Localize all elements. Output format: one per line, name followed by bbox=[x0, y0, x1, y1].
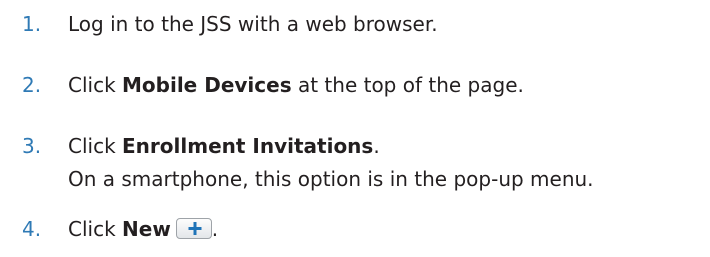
step-suffix: at the top of the page. bbox=[291, 73, 524, 97]
instruction-steps: 1. Log in to the JSS with a web browser.… bbox=[0, 0, 710, 257]
ui-term-new: New bbox=[122, 217, 171, 241]
step-text: Log in to the JSS with a web browser. bbox=[68, 12, 438, 36]
step-number: 2. bbox=[22, 73, 42, 97]
ui-term-mobile-devices: Mobile Devices bbox=[122, 73, 292, 97]
step-number: 3. bbox=[22, 134, 42, 158]
step-prefix: Click bbox=[68, 134, 123, 158]
step-prefix: Click bbox=[68, 217, 123, 241]
step-3-note: On a smartphone, this option is in the p… bbox=[68, 167, 594, 191]
step-text: Click Enrollment Invitations. bbox=[68, 134, 380, 158]
step-text: Click New. bbox=[68, 217, 218, 241]
step-number: 1. bbox=[22, 12, 42, 36]
ui-term-enrollment-invitations: Enrollment Invitations bbox=[122, 134, 374, 158]
step-prefix: Click bbox=[68, 73, 123, 97]
step-number: 4. bbox=[22, 217, 42, 241]
step-text: Click Mobile Devices at the top of the p… bbox=[68, 73, 524, 97]
new-plus-button[interactable] bbox=[175, 218, 212, 239]
step-suffix: . bbox=[373, 134, 380, 158]
plus-icon bbox=[188, 222, 202, 235]
step-suffix: . bbox=[211, 217, 219, 241]
